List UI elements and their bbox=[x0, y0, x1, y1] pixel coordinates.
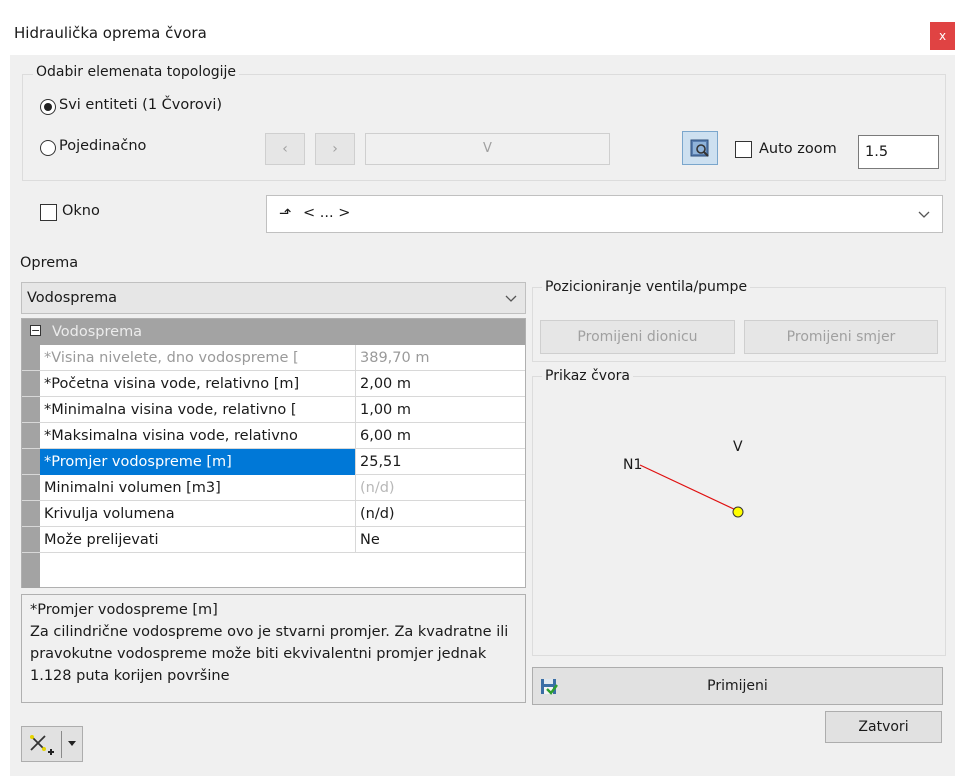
property-value[interactable]: (n/d) bbox=[356, 501, 526, 527]
auto-zoom-checkbox[interactable] bbox=[735, 141, 752, 158]
node-marker bbox=[732, 506, 744, 518]
property-name: Minimalni volumen [m3] bbox=[40, 475, 356, 501]
property-row[interactable]: *Minimalna visina vode, relativno [1,00 … bbox=[22, 397, 525, 423]
property-name: *Visina nivelete, dno vodospreme [ bbox=[40, 345, 356, 371]
split-divider bbox=[61, 731, 62, 758]
add-equipment-split-button[interactable] bbox=[21, 726, 83, 762]
auto-zoom-label[interactable]: Auto zoom bbox=[759, 141, 837, 157]
single-entity-radio[interactable] bbox=[40, 140, 56, 156]
apply-button-label: Primijeni bbox=[707, 678, 768, 694]
property-row[interactable]: *Početna visina vode, relativno [m] 2,00 … bbox=[22, 371, 525, 397]
property-row[interactable]: *Promjer vodospreme [m] 25,51 bbox=[22, 449, 525, 475]
property-description-text: Za cilindrične vodospreme ovo je stvarni… bbox=[30, 624, 509, 684]
node-preview-canvas[interactable] bbox=[532, 376, 946, 656]
add-crossing-icon bbox=[30, 735, 54, 755]
next-node-button[interactable]: › bbox=[315, 133, 355, 165]
property-value[interactable]: 6,00 m bbox=[356, 423, 526, 449]
property-value[interactable]: 389,70 m bbox=[356, 345, 526, 371]
oprema-label: Oprema bbox=[20, 255, 79, 271]
property-name: *Početna visina vode, relativno [m] bbox=[40, 371, 356, 397]
collapse-icon[interactable]: − bbox=[30, 325, 41, 336]
okno-label[interactable]: Okno bbox=[62, 203, 100, 219]
zoom-selection-icon bbox=[690, 139, 709, 157]
property-row[interactable]: Krivulja volumena (n/d) bbox=[22, 501, 525, 527]
property-category-row[interactable]: − Vodosprema bbox=[22, 319, 525, 345]
property-value[interactable]: 25,51 bbox=[356, 449, 526, 475]
chevron-down-icon bbox=[505, 295, 517, 302]
property-grid: − Vodosprema *Visina nivelete, dno vodos… bbox=[21, 318, 526, 588]
property-row[interactable]: Minimalni volumen [m3] (n/d) bbox=[22, 475, 525, 501]
chevron-down-icon bbox=[918, 211, 930, 218]
chevron-right-icon: › bbox=[332, 141, 338, 157]
previous-node-button[interactable]: ‹ bbox=[265, 133, 305, 165]
property-category-label: Vodosprema bbox=[52, 324, 143, 340]
auto-zoom-input[interactable]: 1.5 bbox=[858, 135, 939, 169]
triangle-down-icon[interactable] bbox=[67, 740, 77, 748]
pipe-line bbox=[639, 464, 739, 512]
apply-button[interactable]: Primijeni bbox=[532, 667, 943, 705]
okno-combobox[interactable]: ⬏ < ... > bbox=[266, 195, 943, 233]
property-name: *Promjer vodospreme [m] bbox=[40, 449, 356, 475]
all-entities-label[interactable]: Svi entiteti (1 Čvorovi) bbox=[59, 97, 222, 113]
oprema-combobox-value: Vodosprema bbox=[27, 290, 118, 306]
all-entities-radio[interactable] bbox=[40, 99, 56, 115]
zoom-to-node-button[interactable] bbox=[682, 131, 718, 165]
property-name: Može prelijevati bbox=[40, 527, 356, 553]
single-entity-label[interactable]: Pojedinačno bbox=[59, 138, 146, 154]
close-button[interactable]: Zatvori bbox=[825, 711, 942, 743]
property-value[interactable]: (n/d) bbox=[356, 475, 526, 501]
property-description-title: *Promjer vodospreme [m] bbox=[30, 602, 218, 618]
positioning-group-label: Pozicioniranje ventila/pumpe bbox=[542, 279, 751, 295]
property-description: *Promjer vodospreme [m] Za cilindrične v… bbox=[21, 594, 526, 703]
chevron-left-icon: ‹ bbox=[282, 141, 288, 157]
property-name: *Maksimalna visina vode, relativno bbox=[40, 423, 356, 449]
change-section-button[interactable]: Promijeni dionicu bbox=[540, 320, 735, 354]
oprema-combobox[interactable]: Vodosprema bbox=[21, 282, 526, 314]
property-value[interactable]: 2,00 m bbox=[356, 371, 526, 397]
connection-arrow-icon: ⬏ bbox=[279, 204, 292, 222]
property-name: Krivulja volumena bbox=[40, 501, 356, 527]
node-name-field[interactable]: V bbox=[365, 133, 610, 165]
property-row[interactable]: Može prelijevati Ne bbox=[22, 527, 525, 553]
topology-group-label: Odabir elemenata topologije bbox=[33, 64, 240, 80]
okno-combobox-value: < ... > bbox=[303, 205, 351, 221]
window-title: Hidraulička oprema čvora bbox=[14, 24, 207, 42]
change-direction-button[interactable]: Promijeni smjer bbox=[744, 320, 938, 354]
okno-checkbox[interactable] bbox=[40, 204, 57, 221]
property-name: *Minimalna visina vode, relativno [ bbox=[40, 397, 356, 423]
property-value[interactable]: Ne bbox=[356, 527, 526, 553]
close-window-button[interactable]: x bbox=[930, 22, 955, 50]
save-apply-icon bbox=[541, 679, 558, 695]
property-row[interactable]: *Visina nivelete, dno vodospreme [389,70… bbox=[22, 345, 525, 371]
property-row[interactable]: *Maksimalna visina vode, relativno 6,00 m bbox=[22, 423, 525, 449]
property-value[interactable]: 1,00 m bbox=[356, 397, 526, 423]
